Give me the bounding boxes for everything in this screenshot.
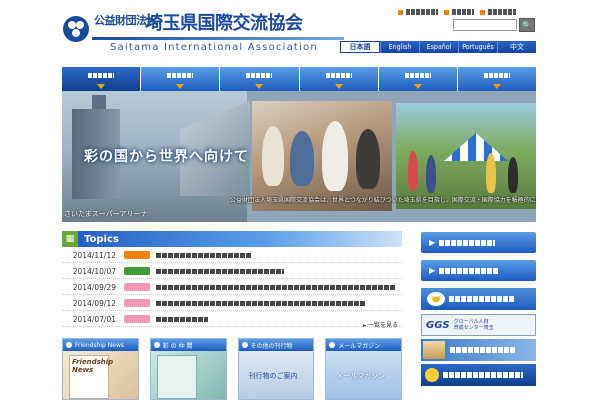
newsletter-cover: Friendship News [69, 355, 113, 399]
access-map-button[interactable]: ▶ [421, 260, 536, 281]
utility-link-1[interactable] [398, 9, 438, 15]
chevron-down-icon [413, 84, 422, 89]
friendship-news-box[interactable]: Friendship News Friendship News [62, 338, 139, 400]
contact-button[interactable]: ▶ [421, 232, 536, 253]
bullet-icon [66, 342, 72, 348]
topic-date: 2014/09/29 [72, 282, 116, 292]
chevron-down-icon [334, 84, 343, 89]
chevron-down-icon [97, 84, 106, 89]
mail-magazine-box[interactable]: メールマガジン メールマガジン [325, 338, 402, 400]
language-option[interactable]: Español [419, 41, 458, 53]
topic-date: 2014/10/07 [72, 266, 116, 276]
bullet-icon [241, 342, 248, 348]
logo-underline [92, 37, 344, 40]
bullet-icon [153, 342, 160, 348]
hero-photo-cooking [252, 101, 392, 211]
hero-photo-festival [396, 103, 536, 209]
nav-item-5[interactable] [378, 67, 458, 91]
hero-banner: 彩の国から世界へ向けて さいたまスーパーアリーナ 公益財団法人埼玉県国際交流協会… [62, 91, 536, 222]
sai-no-nakama-box[interactable]: 彩 の 仲 間 [149, 338, 227, 400]
topic-date: 2014/11/12 [72, 250, 116, 260]
organization-name-en: Saitama International Association [110, 42, 318, 53]
topics-more-link[interactable]: ▸ 一覧を見る [363, 320, 398, 329]
mascot-icon [425, 368, 439, 382]
topics-list: 2014/11/12 2014/10/07 2014/09/29 2014/09/12… [62, 249, 402, 327]
global-navigation [62, 67, 537, 91]
topic-date: 2014/07/01 [72, 314, 116, 324]
nav-item-6[interactable] [457, 67, 537, 91]
topic-category-badge [124, 283, 150, 291]
nav-item-2[interactable] [141, 67, 221, 91]
topic-row[interactable]: 2014/10/07 [62, 265, 402, 279]
language-option[interactable]: English [380, 41, 419, 53]
arrow-icon [398, 9, 403, 15]
search-icon: 🔍 [522, 20, 532, 30]
language-option[interactable]: 中文 [497, 41, 536, 53]
box-label: メールマガジン [336, 372, 386, 380]
handshake-icon: 🤝 [427, 292, 445, 306]
box-label: 刊行物のご案内 [248, 372, 298, 380]
chevron-down-icon [255, 84, 264, 89]
topic-category-badge [124, 315, 150, 323]
arrow-icon [444, 9, 449, 15]
ggs-banner[interactable]: GGS グローバル人材 育成センター埼玉 [421, 314, 536, 336]
topic-row[interactable]: 2014/07/01 [62, 313, 402, 327]
topic-category-badge [124, 267, 150, 275]
topic-row[interactable]: 2014/09/12 [62, 297, 402, 311]
topic-link[interactable] [156, 268, 284, 274]
network-photo [423, 341, 445, 359]
box-title: メールマガジン [338, 342, 381, 350]
chevron-right-icon: ▶ [429, 238, 436, 247]
chevron-down-icon [176, 84, 185, 89]
site-header: 公益財団法人 埼玉県国際交流協会 Saitama International A… [0, 0, 600, 60]
topic-category-badge [124, 299, 150, 307]
search-button[interactable]: 🔍 [519, 18, 535, 32]
topic-row[interactable]: 2014/11/12 [62, 249, 402, 263]
other-publications-box[interactable]: その他の刊行物 刊行物のご案内 [237, 338, 315, 400]
box-title: その他の刊行物 [250, 342, 293, 350]
topic-category-badge [124, 251, 150, 259]
bullet-icon [329, 342, 336, 348]
topic-link[interactable] [156, 316, 208, 322]
hero-catchphrase: 彩の国から世界へ向けて [84, 149, 249, 165]
utility-link-2[interactable] [444, 9, 474, 15]
publication-boxes: Friendship News Friendship News 彩 の 仲 間 … [62, 338, 402, 400]
nav-item-1[interactable] [62, 67, 142, 91]
association-logo-icon[interactable] [63, 14, 89, 44]
saitama-network-banner[interactable] [421, 364, 536, 386]
topics-icon: ▦ [62, 231, 78, 247]
topic-row[interactable]: 2014/09/29 [62, 281, 402, 295]
arrow-icon [480, 9, 485, 15]
supporting-member-banner[interactable]: 🤝 [421, 288, 536, 310]
utility-link-3[interactable] [480, 9, 516, 15]
chevron-right-icon: ▶ [429, 266, 436, 275]
utility-links [398, 9, 516, 15]
topic-link[interactable] [156, 252, 252, 258]
topics-title: Topics [84, 233, 119, 245]
organization-name[interactable]: 埼玉県国際交流協会 [145, 9, 303, 35]
photo-caption: さいたまスーパーアリーナ [64, 210, 148, 218]
global-network-banner[interactable] [421, 339, 536, 361]
box-title: 彩 の 仲 間 [162, 342, 193, 350]
hero-description: 公益財団法人埼玉県国際交流協会は、世界とつながり結びついた埼玉県を目指し、国際交… [230, 197, 536, 204]
topics-section: ▦ Topics 2014/11/12 2014/10/07 2014/09/29 2… [62, 231, 402, 329]
magazine-cover [156, 355, 197, 399]
nav-item-4[interactable] [299, 67, 379, 91]
topic-link[interactable] [156, 300, 366, 306]
ggs-subtitle-2: 育成センター埼玉 [453, 325, 494, 331]
ggs-logo: GGS [426, 319, 450, 331]
language-switcher: 日本語 English Español Português 中文 [340, 41, 536, 53]
language-option[interactable]: Português [458, 41, 497, 53]
topic-date: 2014/09/12 [72, 298, 116, 308]
topics-header: ▦ Topics [62, 231, 402, 247]
box-title: Friendship News [75, 341, 124, 349]
search-input[interactable] [453, 19, 517, 31]
language-option[interactable]: 日本語 [340, 41, 380, 53]
chevron-down-icon [492, 84, 501, 89]
sidebar-banners: ▶ ▶ 🤝 GGS グローバル人材 育成センター埼玉 [421, 232, 536, 386]
nav-item-3[interactable] [220, 67, 300, 91]
topic-link[interactable] [156, 284, 396, 290]
